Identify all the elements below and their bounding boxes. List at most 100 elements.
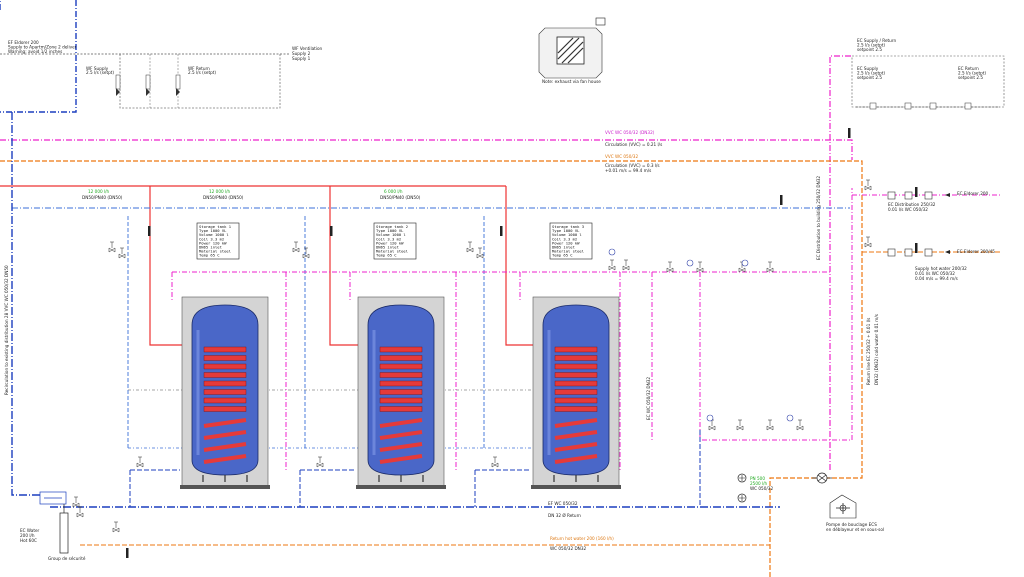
bottom-left-label-3: Hot 60C <box>20 538 37 543</box>
thermometer-icon <box>780 195 783 205</box>
valve-stem <box>74 496 78 503</box>
valve-icon[interactable] <box>766 267 774 273</box>
valve-icon[interactable] <box>864 242 872 248</box>
valve-icon[interactable] <box>696 267 704 273</box>
tank-box-3-text: Storage tank 3 Type 1000 VL Volume 1000 lC… <box>552 224 584 258</box>
storage-tanks <box>180 296 621 489</box>
thermometer-icon <box>915 187 918 197</box>
valve-icon[interactable] <box>108 247 116 253</box>
valve-icon[interactable] <box>302 253 310 259</box>
valve-stem <box>698 261 702 268</box>
valve-icon[interactable] <box>666 267 674 273</box>
valve-stem <box>768 261 772 268</box>
flow-2-label: 12 000 l/h <box>209 189 231 194</box>
hx-caption-2: en déblayeur et en sous-sol <box>826 527 884 532</box>
valve-stem <box>478 247 482 254</box>
valve-icon[interactable] <box>608 265 616 271</box>
valve-icon[interactable] <box>796 425 804 431</box>
gauge-icon <box>686 259 694 267</box>
right-vertical-1: EC Distribution to building 250/32 DN32 <box>816 176 821 260</box>
valve-icon[interactable] <box>112 527 120 533</box>
tank-3 <box>531 296 621 489</box>
tank-2-coil-turn <box>379 389 423 395</box>
tank-3-coil-turn <box>554 346 598 353</box>
tank-2-coil-turn <box>379 406 423 412</box>
tank-2-coil-turn <box>379 355 423 361</box>
top-mid-vent-label-3: Supply 1 <box>292 56 311 61</box>
top-right-a-3: setpoint 2.5 <box>857 75 882 80</box>
valve-stem <box>610 259 614 266</box>
mid-vertical: EC WC 050/32 DN32 <box>646 377 651 420</box>
flow-3-sub: DN50/PN40 (DN50) <box>380 195 421 200</box>
bottom-line-label: Return hot water 200 (160 l/h) <box>550 536 614 541</box>
schematic-canvas: EF Eldorer 200 Supply to Apartm/Zone 2 d… <box>0 0 1024 577</box>
tank-3-coil-turn <box>554 372 598 378</box>
valve-stem <box>120 247 124 254</box>
flow-1-label: 12 000 l/h <box>88 189 110 194</box>
tank-2-base <box>356 485 446 489</box>
gauge-icon <box>741 259 749 267</box>
flow-2-sub: DN50/PN40 (DN50) <box>203 195 244 200</box>
top-left-a-label-2: 2.5 l/s (setpt) <box>86 70 114 75</box>
thermometer-icon <box>148 226 151 236</box>
gauge-icon <box>786 414 794 422</box>
left-vertical-label: Recirculation to existing distribution 2… <box>4 265 9 395</box>
valve-icon[interactable] <box>316 462 324 468</box>
top-left-supply-label-3: Warning: avoid 1/2 inches <box>8 49 62 54</box>
right-out-2: EC Eldorer 200/45 <box>957 249 995 254</box>
thermometer-icon <box>500 226 503 236</box>
valve-icon[interactable] <box>292 247 300 253</box>
valve-icon[interactable] <box>864 185 872 191</box>
top-right-group <box>829 55 1005 470</box>
valve-icon[interactable] <box>136 462 144 468</box>
tank-3-coil-turn <box>554 363 598 370</box>
tank-box-2: Storage tank 2 Type 1000 VL Volume 1000 lC… <box>373 222 417 260</box>
gauge-icon <box>706 414 714 422</box>
bottom-line-sub: WC 050/32 DN32 <box>550 546 586 551</box>
fan-louver-icon[interactable] <box>538 17 606 79</box>
circ-line-sub: Circulation (VVC) = 0.21 l/s <box>605 142 662 147</box>
valve-icon[interactable] <box>466 247 474 253</box>
flow-3-label: 6 000 l/h <box>384 189 403 194</box>
safety-group <box>39 491 69 554</box>
tank-box-1: Storage tank 1 Type 1000 VL Volume 1000 lC… <box>196 222 240 260</box>
thermometer-icon <box>915 243 918 253</box>
valve-stem <box>114 521 118 528</box>
tank-1-coil-turn <box>203 380 247 387</box>
tank-3-coil-turn <box>554 380 598 387</box>
valve-icon[interactable] <box>622 265 630 271</box>
valve-stem <box>110 241 114 248</box>
valve-icon[interactable] <box>766 425 774 431</box>
valve-icon[interactable] <box>736 425 744 431</box>
bottom-left-sub: Group de sécurité <box>48 556 86 561</box>
valve-icon[interactable] <box>76 512 84 518</box>
valve-icon[interactable] <box>491 462 499 468</box>
right-out-1: EC Eldorer 200 <box>957 191 989 196</box>
tank-1-base <box>180 485 270 489</box>
thermometer-icon <box>126 548 129 558</box>
thermometer-icon <box>330 226 333 236</box>
tank-2-coil-turn <box>379 372 423 378</box>
tank-2-coil-turn <box>379 380 423 387</box>
top-left-b-label-2: 2.5 l/s (setpt) <box>188 70 216 75</box>
valve-icon[interactable] <box>118 253 126 259</box>
tank-1-coil-turn <box>203 397 247 404</box>
circulation-header <box>0 139 853 160</box>
exhaust-caption: Note: exhaust via fan house <box>542 79 601 84</box>
right-out-2-sub3: 0.04 m/s = 99.4 m/s <box>915 276 958 281</box>
valve-stem <box>493 456 497 463</box>
tank-3-base <box>531 485 621 489</box>
valve-icon[interactable] <box>708 425 716 431</box>
tank-3-coil-turn <box>554 406 598 412</box>
valve-icon[interactable] <box>476 253 484 259</box>
pump-icon[interactable] <box>737 473 747 503</box>
pump-flow-3: WC 050/32 <box>750 486 773 491</box>
valve-stem <box>866 179 870 186</box>
tank-2-coil-turn <box>379 397 423 404</box>
heat-exchanger-icon[interactable] <box>812 472 857 519</box>
valve-icon[interactable] <box>738 267 746 273</box>
tank-3-coil-turn <box>554 389 598 395</box>
tank-1-coil-turn <box>203 363 247 370</box>
valve-stem <box>294 241 298 248</box>
tank-1-coil-turn <box>203 346 247 353</box>
